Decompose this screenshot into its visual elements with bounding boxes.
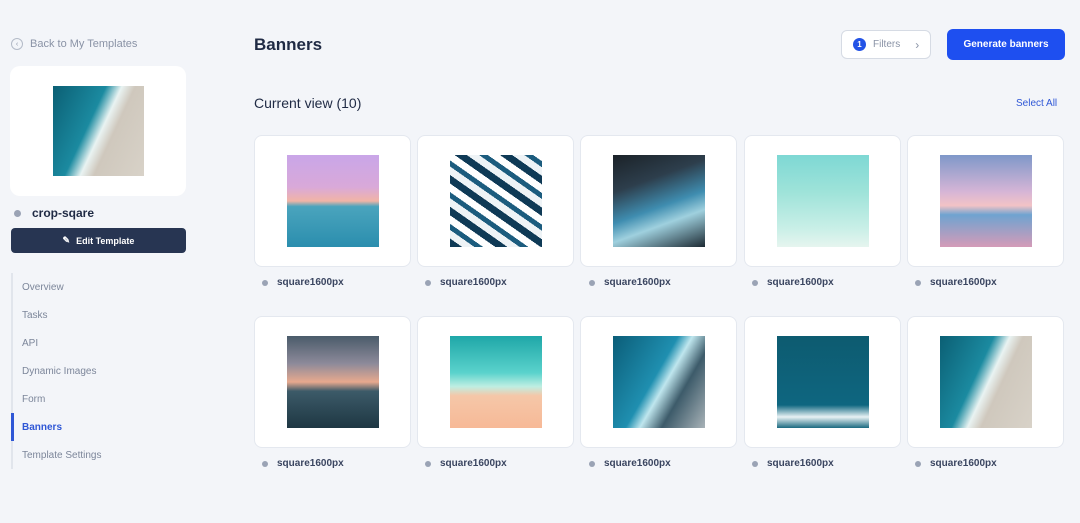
current-view-heading: Current view (10) <box>254 95 362 111</box>
banner-image <box>450 155 542 247</box>
filters-button[interactable]: 1 Filters › <box>841 30 931 59</box>
banner-label-text: square1600px <box>277 458 344 469</box>
banner-label: square1600px <box>589 458 671 469</box>
template-name-label: crop-sqare <box>32 206 95 220</box>
banner-card[interactable] <box>254 135 411 267</box>
sidebar-item-form[interactable]: Form <box>22 394 45 405</box>
banner-label-text: square1600px <box>767 458 834 469</box>
status-dot <box>915 460 921 467</box>
banner-card[interactable] <box>744 135 901 267</box>
banner-image <box>940 336 1032 428</box>
filters-label: Filters <box>873 39 901 50</box>
back-to-templates-link[interactable]: ‹ Back to My Templates <box>11 38 137 50</box>
page-title: Banners <box>254 35 323 54</box>
chevron-left-icon: ‹ <box>11 38 23 50</box>
banner-label: square1600px <box>262 458 344 469</box>
banner-label-text: square1600px <box>440 277 507 288</box>
banner-label: square1600px <box>262 277 344 288</box>
status-dot <box>14 209 21 217</box>
banner-label-text: square1600px <box>767 277 834 288</box>
edit-template-label: Edit Template <box>76 235 135 246</box>
banner-card[interactable] <box>580 316 737 448</box>
banner-label: square1600px <box>915 458 997 469</box>
template-preview-image <box>53 86 144 176</box>
template-name: crop-sqare <box>14 206 94 220</box>
status-dot <box>752 279 758 286</box>
status-dot <box>752 460 758 467</box>
generate-banners-button[interactable]: Generate banners <box>947 29 1065 60</box>
banner-card[interactable] <box>744 316 901 448</box>
sidebar-item-banners[interactable]: Banners <box>22 422 62 433</box>
banner-image <box>613 155 705 247</box>
banner-card[interactable] <box>907 316 1064 448</box>
status-dot <box>425 279 431 286</box>
banner-image <box>287 155 379 247</box>
banner-label: square1600px <box>915 277 997 288</box>
banner-image <box>777 155 869 247</box>
banner-card[interactable] <box>417 316 574 448</box>
banner-image <box>287 336 379 428</box>
edit-icon: ✎ <box>62 235 71 245</box>
status-dot <box>262 460 268 467</box>
banner-image <box>777 336 869 428</box>
banner-label: square1600px <box>425 277 507 288</box>
sidebar-item-overview[interactable]: Overview <box>22 282 64 293</box>
banner-label-text: square1600px <box>277 277 344 288</box>
status-dot <box>262 279 268 286</box>
sidebar-item-tasks[interactable]: Tasks <box>22 310 48 321</box>
banner-label-text: square1600px <box>604 458 671 469</box>
banner-image <box>940 155 1032 247</box>
nav-active-indicator <box>11 413 14 441</box>
banner-image <box>613 336 705 428</box>
banner-card[interactable] <box>580 135 737 267</box>
banner-card[interactable] <box>417 135 574 267</box>
select-all-link[interactable]: Select All <box>1016 98 1057 109</box>
status-dot <box>915 279 921 286</box>
sidebar-item-template-settings[interactable]: Template Settings <box>22 450 102 461</box>
banner-label: square1600px <box>752 458 834 469</box>
filters-count-badge: 1 <box>853 38 866 51</box>
sidebar-item-dynamic-images[interactable]: Dynamic Images <box>22 366 96 377</box>
status-dot <box>589 460 595 467</box>
back-label: Back to My Templates <box>30 38 138 50</box>
template-preview-card <box>10 66 186 196</box>
status-dot <box>425 460 431 467</box>
sidebar-item-api[interactable]: API <box>22 338 38 349</box>
banner-label-text: square1600px <box>604 277 671 288</box>
chevron-right-icon: › <box>915 37 920 52</box>
banner-label: square1600px <box>589 277 671 288</box>
banner-image <box>450 336 542 428</box>
banner-label-text: square1600px <box>930 458 997 469</box>
banner-card[interactable] <box>254 316 411 448</box>
edit-template-button[interactable]: ✎ Edit Template <box>11 228 186 253</box>
banner-label: square1600px <box>425 458 507 469</box>
banner-label-text: square1600px <box>930 277 997 288</box>
status-dot <box>589 279 595 286</box>
banner-label: square1600px <box>752 277 834 288</box>
banner-card[interactable] <box>907 135 1064 267</box>
banner-label-text: square1600px <box>440 458 507 469</box>
